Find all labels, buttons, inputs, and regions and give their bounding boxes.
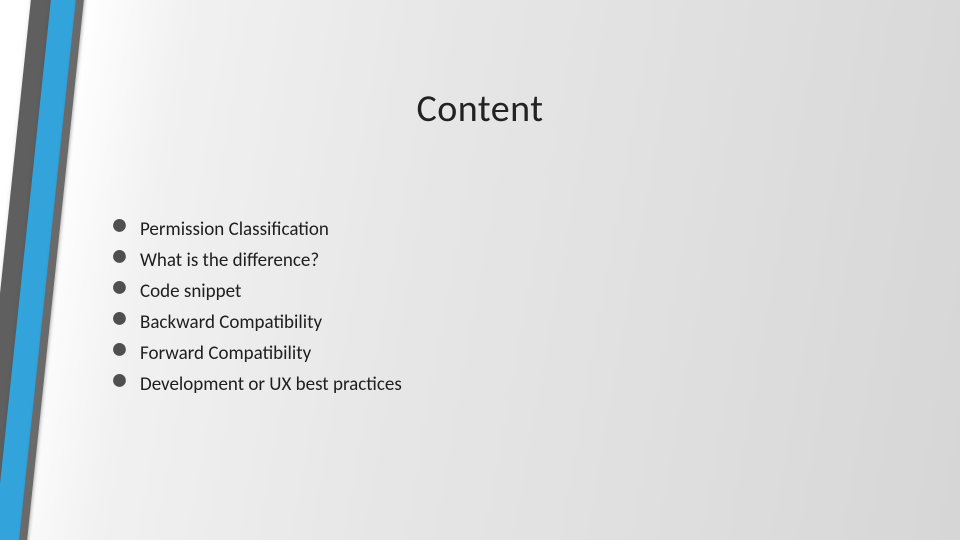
list-item: Permission Classification [112, 214, 402, 245]
list-item: Code snippet [112, 276, 402, 307]
content-list: Permission Classification What is the di… [112, 214, 402, 400]
list-item: Development or UX best practices [112, 369, 402, 400]
list-item: Forward Compatibility [112, 338, 402, 369]
list-item: Backward Compatibility [112, 307, 402, 338]
list-item: What is the difference? [112, 245, 402, 276]
slide-title: Content [0, 86, 960, 132]
slide: Content Permission Classification What i… [0, 0, 960, 540]
